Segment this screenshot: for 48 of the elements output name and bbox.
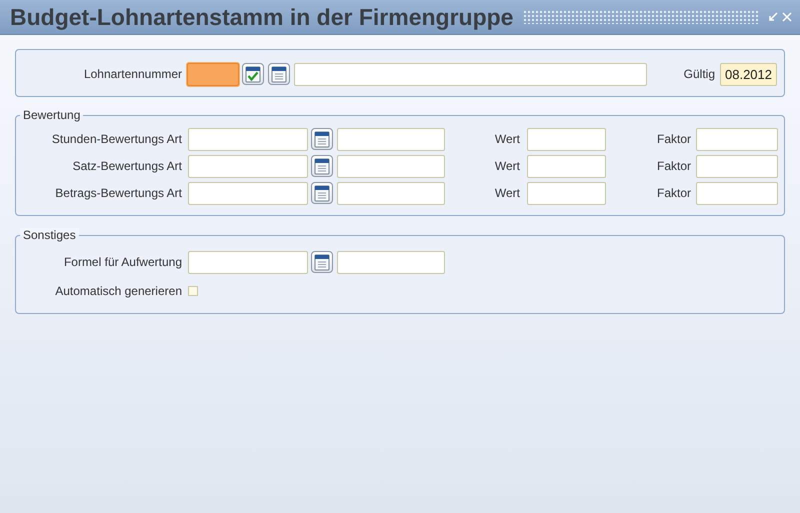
lookup-button[interactable]	[311, 251, 333, 273]
input-field[interactable]	[188, 250, 308, 274]
check-button[interactable]	[242, 63, 264, 85]
lookup-button[interactable]	[268, 63, 290, 85]
input-field[interactable]	[696, 154, 778, 178]
input-field[interactable]	[187, 62, 239, 86]
input-field[interactable]	[188, 128, 308, 150]
input-field[interactable]	[188, 182, 308, 204]
field-label: Formel für Aufwertung	[62, 255, 182, 269]
field-label: Faktor	[656, 159, 691, 173]
field-label: Wert	[494, 159, 520, 173]
lookup-button[interactable]	[311, 128, 333, 150]
field-label: Lohnartennummer	[82, 67, 182, 81]
checkmark-icon	[245, 66, 261, 82]
input-field[interactable]	[337, 250, 445, 274]
input-field[interactable]	[696, 128, 778, 150]
input-field[interactable]	[527, 182, 606, 204]
field-label: Faktor	[656, 186, 691, 200]
field-label: Satz-Bewertungs Art	[72, 159, 182, 173]
list-icon	[271, 66, 287, 82]
group-legend: Bewertung	[20, 108, 84, 122]
checkbox[interactable]	[188, 286, 198, 296]
field-label: Stunden-Bewertungs Art	[50, 132, 182, 146]
field-label: Wert	[494, 132, 520, 146]
window-title: Budget-Lohnartenstamm in der Firmengruppe	[9, 4, 514, 30]
field-label: Gültig	[682, 67, 715, 81]
list-icon	[314, 158, 330, 174]
input-field[interactable]	[527, 154, 606, 178]
close-icon[interactable]	[782, 12, 792, 22]
field-label: Faktor	[656, 132, 691, 146]
list-icon	[314, 130, 330, 148]
field-label: Automatisch generieren	[54, 284, 182, 298]
group-legend: Sonstiges	[20, 228, 79, 242]
input-field[interactable]	[527, 128, 606, 150]
lookup-button[interactable]	[311, 182, 333, 204]
input-field[interactable]	[337, 182, 445, 204]
input-field[interactable]	[294, 62, 647, 86]
input-field[interactable]	[337, 154, 445, 178]
restore-icon[interactable]	[768, 12, 778, 22]
lookup-button[interactable]	[311, 155, 333, 177]
field-label: Wert	[494, 186, 520, 200]
input-field[interactable]: 08.2012	[720, 62, 777, 86]
input-field[interactable]	[337, 128, 445, 150]
list-icon	[314, 254, 330, 270]
input-field[interactable]	[696, 182, 778, 204]
input-field[interactable]	[188, 154, 308, 178]
list-icon	[314, 184, 330, 202]
field-label: Betrags-Bewertungs Art	[54, 186, 182, 200]
